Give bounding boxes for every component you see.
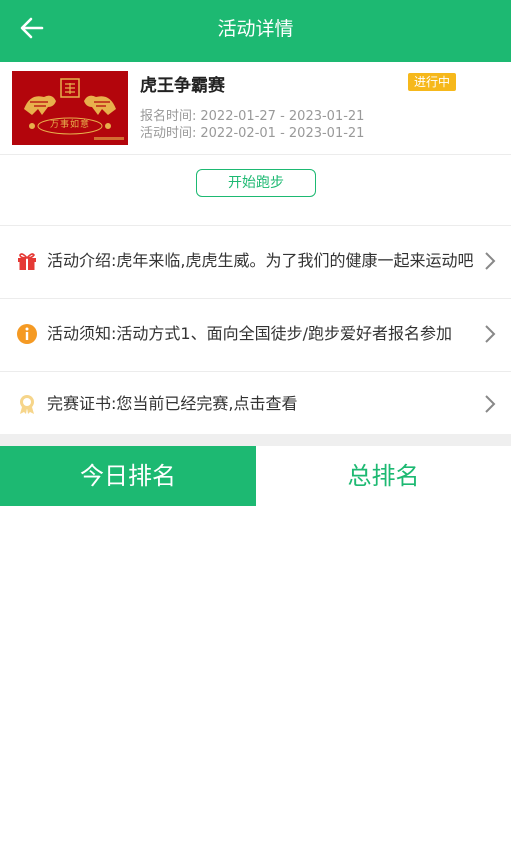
ranking-list [0,506,511,861]
page-title: 活动详情 [217,18,294,40]
event-time-value: 2022-02-01 - 2023-01-21 [200,126,365,141]
info-icon [17,324,37,344]
signup-time-label: 报名时间: [140,109,197,124]
certificate-icon [20,395,34,414]
tab-today-ranking[interactable]: 今日排名 [0,446,256,506]
certificate-text: 完赛证书:您当前已经完赛,点击查看 [47,394,298,413]
activity-intro-row[interactable]: 活动介绍:虎年来临,虎虎生威。为了我们的健康一起来运动吧 [0,226,511,298]
chevron-right-icon [485,395,496,413]
tab-total-ranking[interactable]: 总排名 [256,446,511,506]
activity-title: 虎王争霸赛 [140,76,225,96]
activity-notice-row[interactable]: 活动须知:活动方式1、面向全国徒步/跑步爱好者报名参加 [0,299,511,371]
signup-time-value: 2022-01-27 - 2023-01-21 [200,109,365,124]
top-bar: 活动详情 [0,0,511,62]
section-gap [0,434,511,446]
activity-intro-text: 活动介绍:虎年来临,虎虎生威。为了我们的健康一起来运动吧 [47,251,474,270]
ranking-tabs: 今日排名 总排名 [0,446,511,506]
signup-time: 报名时间: 2022-01-27 - 2023-01-21 [140,109,364,125]
banner-caption: 万事如意 [49,120,90,130]
status-badge: 进行中 [408,73,457,91]
divider [0,154,511,155]
activity-banner-image: 万事如意 [12,71,128,145]
event-time-label: 活动时间: [140,126,197,141]
chevron-right-icon [485,325,496,343]
start-running-button[interactable]: 开始跑步 [196,169,316,197]
tiger-emblem-icon [24,78,124,140]
event-time: 活动时间: 2022-02-01 - 2023-01-21 [140,126,364,142]
chevron-right-icon [485,252,496,270]
activity-card: 万事如意 虎王争霸赛 进行中 报名时间: 2022-01-27 - 2023-01… [0,62,511,434]
certificate-row[interactable]: 完赛证书:您当前已经完赛,点击查看 [0,369,511,441]
gift-icon [18,253,36,270]
activity-notice-text: 活动须知:活动方式1、面向全国徒步/跑步爱好者报名参加 [47,324,452,343]
